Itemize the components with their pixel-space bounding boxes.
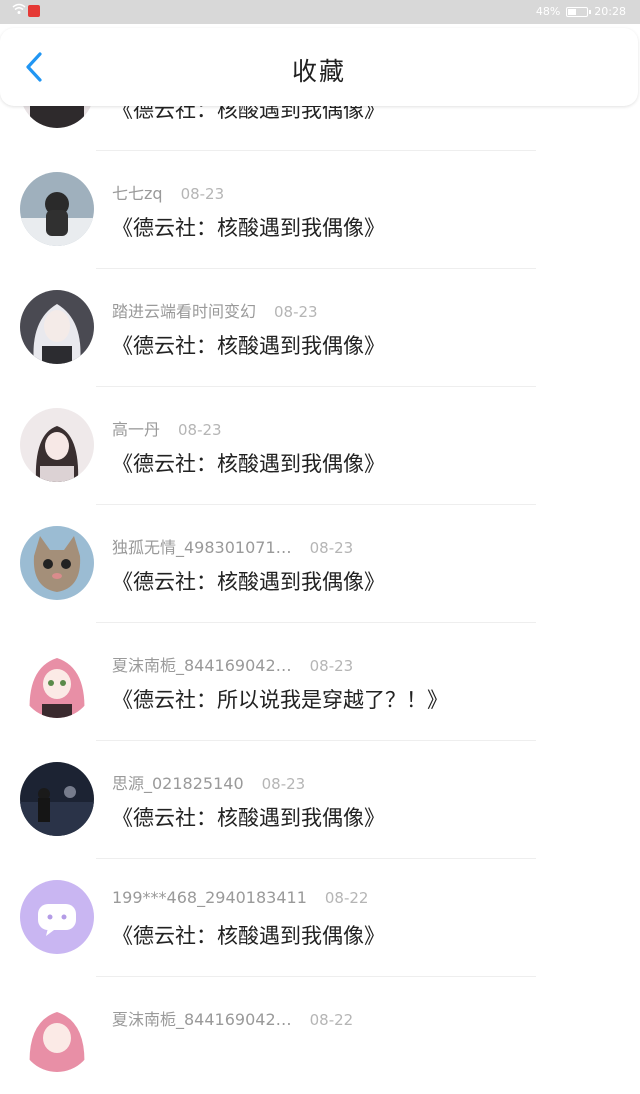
divider [96, 386, 536, 387]
date: 08-23 [261, 775, 306, 793]
message-text: 《德云社：所以说我是穿越了？！》 [112, 688, 448, 712]
avatar [20, 644, 94, 718]
divider [96, 976, 536, 977]
header-bar: 收藏 [0, 28, 638, 106]
list-item[interactable]: 夏沫南栀_844169042… 08-23 《德云社：所以说我是穿越了？！》 [0, 622, 640, 740]
list-item[interactable]: 独孤无情_498301071… 08-23 《德云社：核酸遇到我偶像》 [0, 504, 640, 622]
divider [96, 150, 536, 151]
clock: 20:28 [594, 5, 626, 18]
divider [96, 504, 536, 505]
divider [96, 858, 536, 859]
message-text: 《德云社：核酸遇到我偶像》 [112, 924, 385, 948]
battery-percent: 48% [535, 5, 561, 18]
message-text: 《德云社：核酸遇到我偶像》 [112, 334, 385, 358]
list-item[interactable]: 199***468_2940183411 08-22 《德云社：核酸遇到我偶像》 [0, 858, 640, 976]
list-item[interactable]: 踏进云端看时间变幻 08-23 《德云社：核酸遇到我偶像》 [0, 268, 640, 386]
divider [96, 622, 536, 623]
date: 08-22 [309, 1011, 354, 1029]
divider [96, 740, 536, 741]
notification-icon [28, 5, 40, 17]
user-name: 独孤无情_498301071… [112, 538, 292, 557]
battery-icon [566, 6, 592, 17]
status-bar: 48% 20:28 [0, 0, 640, 24]
user-name: 七七zq [112, 184, 163, 203]
avatar [20, 998, 94, 1072]
message-text: 《德云社：核酸遇到我偶像》 [112, 570, 385, 594]
user-name: 夏沫南栀_844169042… [112, 656, 292, 675]
avatar [20, 172, 94, 246]
message-text: 《德云社：核酸遇到我偶像》 [112, 806, 385, 830]
date: 08-23 [309, 657, 354, 675]
date: 08-23 [274, 303, 318, 321]
list-item[interactable]: 七七zq 08-23 《德云社：核酸遇到我偶像》 [0, 150, 640, 268]
date: 08-23 [178, 421, 222, 439]
user-name: 高一丹 [112, 420, 161, 439]
divider [96, 268, 536, 269]
message-text: 《德云社：核酸遇到我偶像》 [112, 452, 385, 476]
date: 08-22 [324, 889, 369, 907]
user-name: 夏沫南栀_844169042… [112, 1010, 292, 1029]
avatar [20, 290, 94, 364]
wifi-icon [12, 3, 26, 18]
date: 08-23 [309, 539, 354, 557]
list-item[interactable]: 思源_021825140 08-23 《德云社：核酸遇到我偶像》 [0, 740, 640, 858]
avatar [20, 408, 94, 482]
user-name: 思源_021825140 [112, 774, 244, 793]
avatar [20, 762, 94, 836]
avatar [20, 880, 94, 954]
date: 08-23 [180, 185, 225, 203]
user-name: 踏进云端看时间变幻 [112, 302, 257, 321]
user-name: 199***468_2940183411 [112, 888, 307, 907]
page-title: 收藏 [291, 57, 346, 86]
list-item[interactable]: 夏沫南栀_844169042… 08-22 [0, 976, 640, 1094]
list-item[interactable]: 高一丹 08-23 《德云社：核酸遇到我偶像》 [0, 386, 640, 504]
avatar [20, 526, 94, 600]
message-text: 《德云社：核酸遇到我偶像》 [112, 216, 385, 240]
